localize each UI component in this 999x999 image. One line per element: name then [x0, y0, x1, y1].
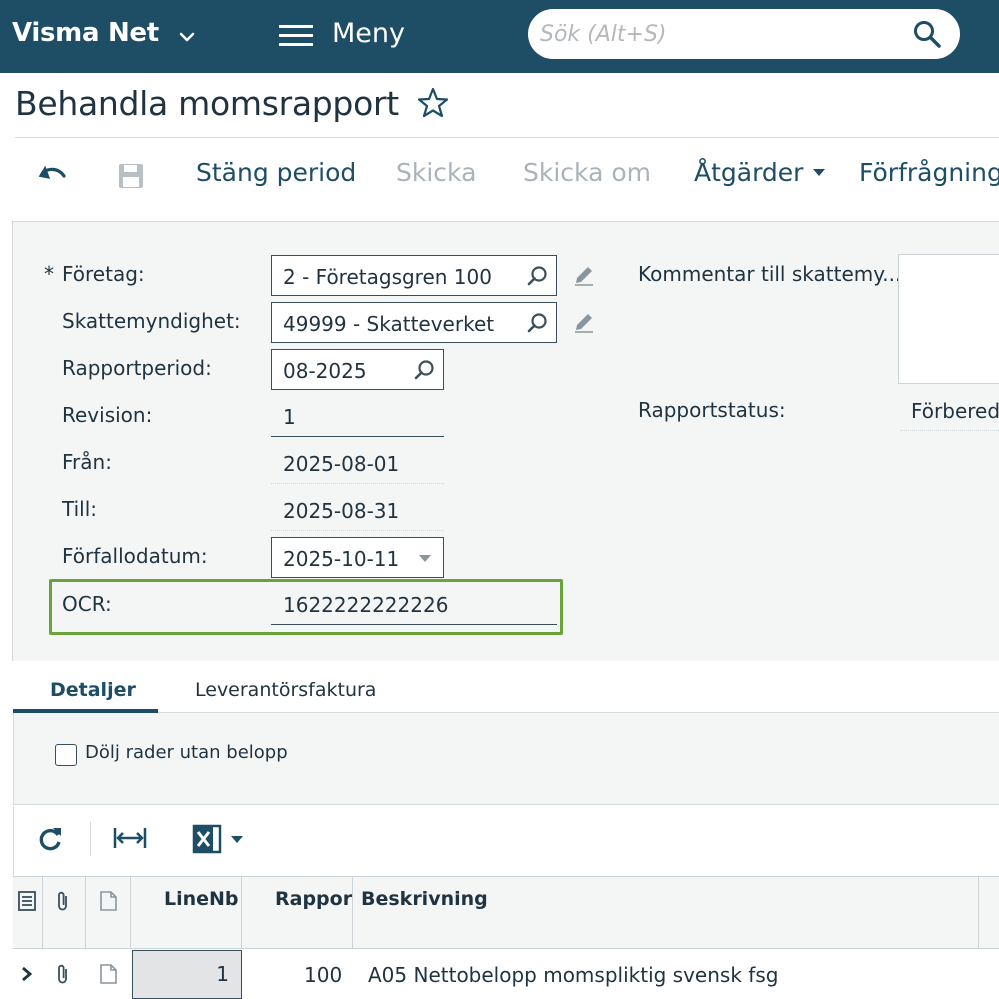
revision-field[interactable]: 1: [271, 396, 444, 437]
company-value: 2 - Företagsgren 100: [283, 265, 492, 289]
company-label: Företag:: [62, 262, 145, 286]
column-header-report[interactable]: Rappor: [275, 888, 352, 910]
refresh-icon[interactable]: [37, 825, 63, 853]
column-separator: [130, 876, 131, 949]
report-status-label: Rapportstatus:: [638, 398, 786, 422]
lookup-icon[interactable]: [526, 265, 548, 287]
actions-label: Åtgärder: [694, 158, 804, 187]
column-header-linenb[interactable]: LineNb: [164, 888, 239, 910]
column-separator: [352, 876, 353, 949]
to-field: 2025-08-31: [271, 490, 444, 531]
tax-agency-label: Skattemyndighet:: [62, 309, 241, 333]
tax-agency-value: 49999 - Skatteverket: [283, 312, 495, 336]
tab-supplier-invoice[interactable]: Leverantörsfaktura: [195, 679, 376, 701]
comment-textarea[interactable]: [898, 254, 999, 384]
hide-zero-rows-checkbox[interactable]: [55, 744, 77, 766]
hide-zero-rows-label[interactable]: Dölj rader utan belopp: [85, 742, 288, 763]
from-label: Från:: [62, 450, 112, 474]
ocr-field[interactable]: 1622222222226: [271, 584, 557, 625]
lookup-icon[interactable]: [413, 359, 435, 381]
top-bar: Visma Net Meny: [0, 0, 999, 73]
from-value: 2025-08-01: [283, 452, 400, 476]
page-title: Behandla momsrapport: [15, 84, 399, 123]
report-period-field[interactable]: 08-2025: [271, 349, 444, 390]
notes-icon[interactable]: [16, 890, 38, 912]
grid-header: [13, 876, 999, 949]
search-box: [528, 9, 960, 59]
attachment-icon[interactable]: [52, 963, 74, 985]
actions-menu[interactable]: Åtgärder: [694, 158, 826, 187]
attachment-icon[interactable]: [52, 890, 74, 912]
caret-down-icon: [813, 168, 826, 176]
search-input[interactable]: [540, 18, 900, 50]
chevron-down-icon[interactable]: [176, 26, 198, 48]
report-period-label: Rapportperiod:: [62, 356, 212, 380]
pencil-icon[interactable]: [572, 310, 596, 334]
toolbar-separator: [90, 822, 91, 856]
star-icon[interactable]: [416, 86, 450, 120]
revision-value: 1: [283, 405, 296, 429]
tax-agency-field[interactable]: 49999 - Skatteverket: [271, 302, 557, 343]
column-separator: [241, 876, 242, 949]
to-value: 2025-08-31: [283, 499, 400, 523]
from-field: 2025-08-01: [271, 443, 444, 484]
ocr-value: 1622222222226: [283, 593, 449, 617]
to-label: Till:: [62, 497, 98, 521]
undo-icon[interactable]: [36, 162, 68, 188]
column-separator: [978, 876, 979, 949]
send-button[interactable]: Skicka: [396, 158, 476, 187]
column-header-description[interactable]: Beskrivning: [361, 888, 488, 910]
description-value: A05 Nettobelopp momspliktig svensk fsg: [368, 963, 779, 987]
document-icon[interactable]: [97, 963, 119, 985]
resend-button[interactable]: Skicka om: [523, 158, 651, 187]
report-period-value: 08-2025: [283, 359, 367, 383]
caret-down-icon[interactable]: [231, 836, 243, 843]
tab-details[interactable]: Detaljer: [50, 679, 136, 701]
search-icon[interactable]: [912, 19, 942, 49]
document-icon[interactable]: [97, 890, 119, 912]
due-date-field[interactable]: 2025-10-11: [271, 537, 444, 578]
excel-icon[interactable]: [192, 824, 222, 854]
linenb-value: 1: [216, 962, 229, 986]
required-marker: *: [44, 262, 54, 286]
expand-row-icon[interactable]: [16, 963, 38, 985]
dropdown-caret-icon[interactable]: [419, 555, 431, 562]
due-date-value: 2025-10-11: [283, 547, 400, 571]
save-icon[interactable]: [118, 163, 144, 189]
pencil-icon[interactable]: [572, 263, 596, 287]
menu-label[interactable]: Meny: [332, 18, 405, 49]
ocr-label: OCR:: [62, 592, 112, 616]
hamburger-icon[interactable]: [279, 23, 313, 49]
linenb-cell[interactable]: 1: [132, 950, 242, 999]
title-divider: [15, 137, 999, 138]
comment-label: Kommentar till skattemy...: [638, 262, 902, 286]
brand-name[interactable]: Visma Net: [12, 18, 159, 48]
report-status-value: Förbered: [900, 399, 999, 431]
close-period-button[interactable]: Stäng period: [196, 158, 356, 187]
revision-label: Revision:: [62, 403, 153, 427]
lookup-icon[interactable]: [526, 312, 548, 334]
grid-toolbar: [13, 806, 999, 876]
due-date-label: Förfallodatum:: [62, 544, 208, 568]
report-value: 100: [304, 963, 343, 987]
company-field[interactable]: 2 - Företagsgren 100: [271, 255, 557, 296]
fit-columns-icon[interactable]: [113, 826, 147, 850]
inquiries-menu[interactable]: Förfrågninga: [859, 158, 999, 187]
